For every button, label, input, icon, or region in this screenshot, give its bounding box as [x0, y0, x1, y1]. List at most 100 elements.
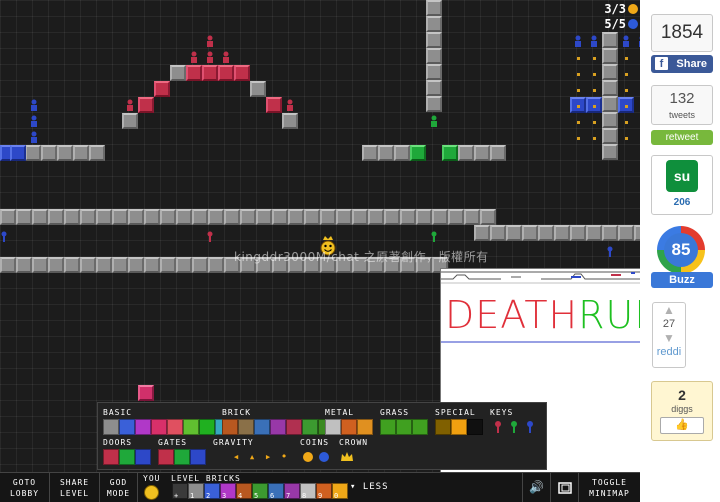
hotbar-slot-number: 1	[190, 492, 195, 500]
red-block	[186, 65, 202, 81]
palette-door-swatch[interactable]	[119, 449, 135, 465]
reddit-box[interactable]: ▲ 27 ▼ reddi	[652, 302, 686, 368]
fullscreen-icon[interactable]	[550, 473, 578, 502]
palette-gates-label: GATES	[158, 438, 188, 447]
digg-thumb-icon[interactable]: 👍	[660, 417, 704, 434]
gray-block	[464, 209, 480, 225]
hotbar-brick-slot[interactable]: 8	[300, 483, 316, 500]
gray-block	[602, 144, 618, 160]
gray-block	[48, 257, 64, 273]
hotbar-brick-slot[interactable]: 4	[236, 483, 252, 500]
person-marker-icon	[634, 33, 640, 49]
palette-basic-swatch[interactable]	[151, 419, 167, 435]
palette-basic-swatch[interactable]	[167, 419, 183, 435]
toggle-minimap-button[interactable]: TOGGLE MINIMAP	[578, 473, 640, 502]
palette-gate-swatch[interactable]	[174, 449, 190, 465]
tweet-count-box: 132 tweets	[651, 85, 713, 125]
palette-metal-swatch[interactable]	[357, 419, 373, 435]
palette-metal-swatch[interactable]	[341, 419, 357, 435]
god-mode-label: GOD MODE	[106, 478, 131, 498]
key-icon	[606, 243, 614, 257]
reddit-count: 27	[662, 318, 676, 330]
palette-brick-swatch[interactable]	[222, 419, 238, 435]
palette-metal-swatch[interactable]	[325, 419, 341, 435]
share-level-button[interactable]: SHARE LEVEL	[50, 473, 100, 502]
google-buzz-icon[interactable]: 85	[657, 226, 705, 274]
buzz-button[interactable]: Buzz	[651, 272, 713, 288]
gray-block	[602, 96, 618, 112]
palette-brick-label: BRICK	[222, 408, 252, 417]
palette-basic-swatch[interactable]	[119, 419, 135, 435]
green-block	[410, 145, 426, 161]
palette-crown-icon[interactable]	[339, 449, 355, 465]
palette-basic-swatch[interactable]	[103, 419, 119, 435]
coin-dot	[577, 137, 580, 140]
palette-brick-swatch[interactable]	[270, 419, 286, 435]
palette-basic-swatch[interactable]	[199, 419, 215, 435]
retweet-button[interactable]: retweet	[651, 130, 713, 145]
hotbar-brick-slot[interactable]: 0	[332, 483, 348, 500]
gray-block	[474, 145, 490, 161]
hotbar-brick-slot[interactable]: 9	[316, 483, 332, 500]
gray-block	[602, 112, 618, 128]
palette-special-swatch[interactable]	[435, 419, 451, 435]
coin-dot	[577, 105, 580, 108]
palette-gate-swatch[interactable]	[190, 449, 206, 465]
palette-brick-swatch[interactable]	[286, 419, 302, 435]
digg-box[interactable]: 2 diggs 👍	[651, 381, 713, 441]
person-marker-icon	[202, 33, 218, 49]
hotbar-brick-slot[interactable]: 1	[188, 483, 204, 500]
palette-key-icon[interactable]	[522, 419, 538, 435]
hotbar-brick-slot[interactable]: +	[172, 483, 188, 500]
player-smiley-icon[interactable]	[144, 485, 159, 500]
palette-door-swatch[interactable]	[135, 449, 151, 465]
gray-block	[144, 209, 160, 225]
god-mode-button[interactable]: GOD MODE	[100, 473, 138, 502]
reddit-downvote-icon[interactable]: ▼	[653, 331, 685, 345]
palette-coin-icon[interactable]	[316, 449, 332, 465]
palette-grass-swatch[interactable]	[396, 419, 412, 435]
palette-special-swatch[interactable]	[467, 419, 483, 435]
palette-basic-swatch[interactable]	[135, 419, 151, 435]
palette-gravity-arrow-icon[interactable]: •	[276, 449, 292, 465]
hotbar-brick-slot[interactable]: 7	[284, 483, 300, 500]
gray-block	[176, 257, 192, 273]
stumbleupon-icon: su	[666, 160, 698, 192]
palette-brick-swatch[interactable]	[254, 419, 270, 435]
palette-key-icon[interactable]	[490, 419, 506, 435]
palette-metal-label: METAL	[325, 408, 355, 417]
hotbar-brick-slot[interactable]: 3	[220, 483, 236, 500]
game-canvas[interactable]: 3/3 5/5 kingddr3000M/chat 之原著創作，版權所有 DEA…	[0, 0, 640, 502]
person-marker-icon	[202, 49, 218, 65]
palette-gravity-arrow-icon[interactable]: ▸	[260, 449, 276, 465]
gray-block	[320, 209, 336, 225]
reddit-upvote-icon[interactable]: ▲	[653, 303, 685, 317]
palette-gravity-arrow-icon[interactable]: ◂	[228, 449, 244, 465]
palette-brick-swatch[interactable]	[238, 419, 254, 435]
hotbar-brick-slot[interactable]: 2	[204, 483, 220, 500]
palette-grass-swatch[interactable]	[412, 419, 428, 435]
palette-key-icon[interactable]	[506, 419, 522, 435]
less-button[interactable]: ▾ LESS	[350, 482, 389, 492]
goto-lobby-label: GOTO LOBBY	[9, 478, 40, 498]
palette-coin-icon[interactable]	[300, 449, 316, 465]
gray-block	[362, 145, 378, 161]
palette-gravity-arrow-icon[interactable]: ▴	[244, 449, 260, 465]
palette-gate-swatch[interactable]	[158, 449, 174, 465]
palette-special-swatch[interactable]	[451, 419, 467, 435]
palette-door-swatch[interactable]	[103, 449, 119, 465]
sound-icon[interactable]: 🔊	[522, 473, 550, 502]
gray-block	[426, 0, 442, 16]
goto-lobby-button[interactable]: GOTO LOBBY	[0, 473, 50, 502]
stumbleupon-box[interactable]: su 206	[651, 155, 713, 215]
facebook-share-button[interactable]: f Share	[651, 55, 713, 73]
hotbar-brick-slot[interactable]: 6	[268, 483, 284, 500]
palette-grass-swatch[interactable]	[380, 419, 396, 435]
gray-block	[240, 209, 256, 225]
gray-block	[48, 209, 64, 225]
palette-brick-swatch[interactable]	[302, 419, 318, 435]
hotbar-slot-number: 5	[254, 492, 259, 500]
hotbar-brick-slot[interactable]: 5	[252, 483, 268, 500]
gray-block	[112, 257, 128, 273]
palette-basic-swatch[interactable]	[183, 419, 199, 435]
